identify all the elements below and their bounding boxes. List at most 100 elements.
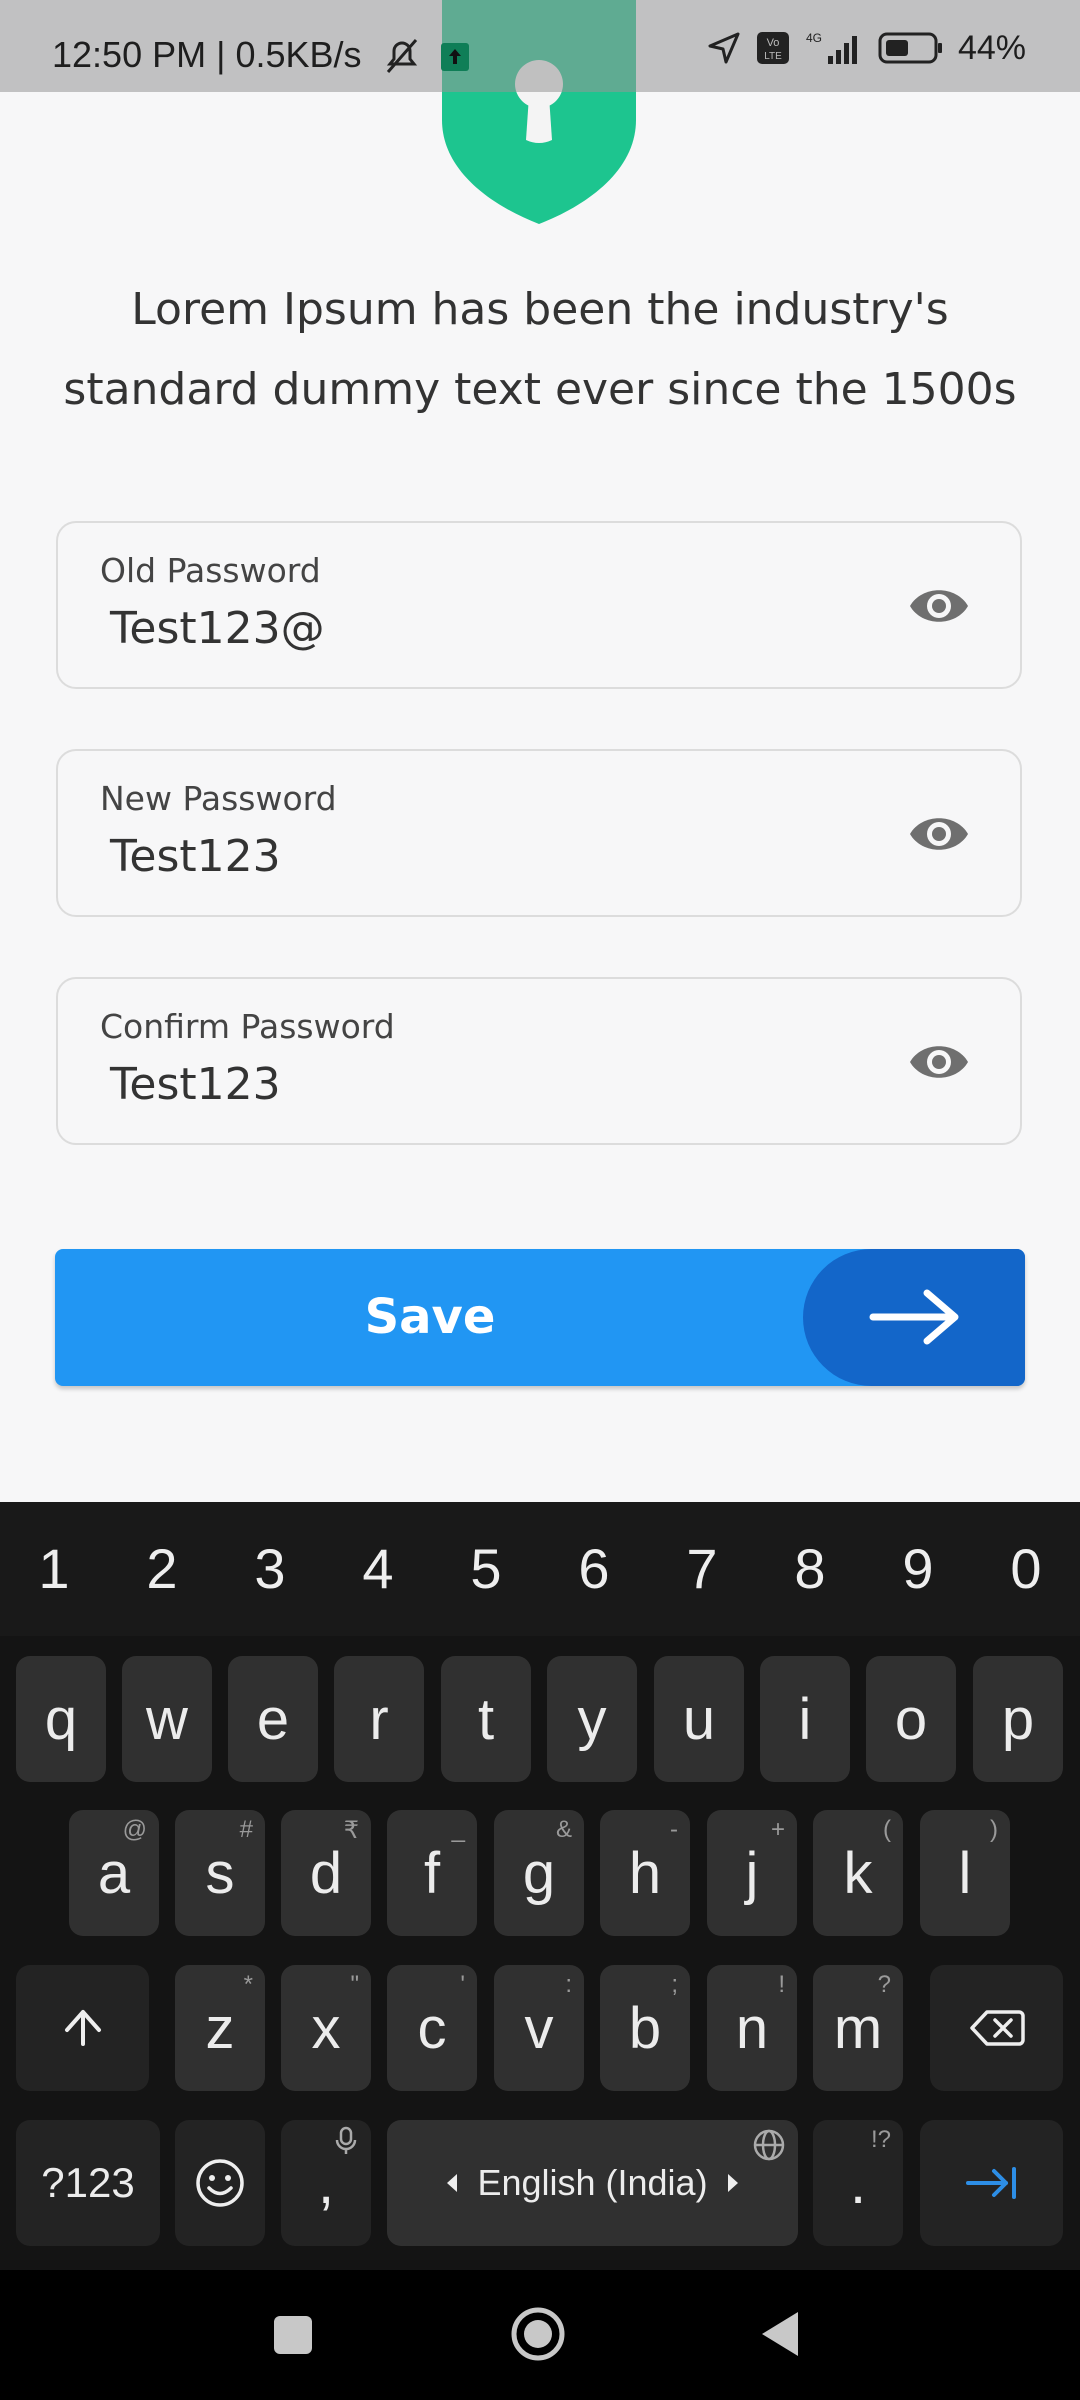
- backspace-key[interactable]: [930, 1965, 1063, 2091]
- key-k[interactable]: k(: [813, 1810, 903, 1936]
- key-8[interactable]: 8: [756, 1502, 864, 1636]
- key-7[interactable]: 7: [648, 1502, 756, 1636]
- eye-icon[interactable]: [908, 809, 970, 859]
- key-g-label: g: [522, 1840, 556, 1906]
- key-o[interactable]: o: [866, 1656, 956, 1782]
- key-n[interactable]: n!: [707, 1965, 797, 2091]
- key-f-label: f: [423, 1840, 441, 1906]
- description-text: Lorem Ipsum has been the industry's stan…: [60, 270, 1020, 430]
- key-v-label: v: [524, 1995, 554, 2061]
- backspace-icon: [969, 2010, 1025, 2046]
- key-6[interactable]: 6: [540, 1502, 648, 1636]
- key-f[interactable]: f _: [387, 1810, 477, 1936]
- description-line-1: Lorem Ipsum has been the industry's: [131, 284, 949, 335]
- keyboard: 1 2 3 4 5 6 7 8 9 0 q w e r t y u i o p …: [0, 1502, 1080, 2270]
- emoji-key[interactable]: [175, 2120, 265, 2246]
- comma-key-label: ,: [317, 2150, 335, 2216]
- symbols-key[interactable]: ?123: [16, 2120, 160, 2246]
- svg-text:LTE: LTE: [764, 51, 782, 62]
- signal-icon: 4G: [806, 31, 857, 64]
- status-bar: 12:50 PM | 0.5KB/s Vo LTE 4G 44%: [0, 0, 1080, 92]
- back-button[interactable]: [756, 2304, 804, 2364]
- key-g-hint: &: [555, 1816, 572, 1843]
- key-f-hint: _: [451, 1816, 465, 1843]
- key-2[interactable]: 2: [108, 1502, 216, 1636]
- key-b[interactable]: b;: [600, 1965, 690, 2091]
- key-j[interactable]: j +: [707, 1810, 797, 1936]
- key-c-hint: ': [460, 1971, 465, 1998]
- svg-text:4G: 4G: [806, 31, 822, 45]
- key-z-label: z: [205, 1995, 235, 2061]
- key-m[interactable]: m?: [813, 1965, 903, 2091]
- old-password-field[interactable]: Old Password Test123@: [56, 521, 1022, 689]
- key-u[interactable]: u: [654, 1656, 744, 1782]
- key-h-label: h: [628, 1840, 662, 1906]
- key-g[interactable]: g &: [494, 1810, 584, 1936]
- key-h-hint: -: [670, 1816, 678, 1843]
- key-v[interactable]: v:: [494, 1965, 584, 2091]
- key-z[interactable]: z *: [175, 1965, 265, 2091]
- key-r[interactable]: r: [334, 1656, 424, 1782]
- number-row: 1 2 3 4 5 6 7 8 9 0: [0, 1502, 1080, 1636]
- comma-key[interactable]: ,: [281, 2120, 371, 2246]
- upload-icon: [441, 43, 469, 71]
- key-d[interactable]: d ₹: [281, 1810, 371, 1936]
- save-arrow-area[interactable]: [803, 1249, 1025, 1386]
- old-password-label: Old Password: [100, 551, 321, 590]
- chevron-right-icon: [727, 2174, 738, 2192]
- new-password-input[interactable]: Test123: [110, 831, 281, 882]
- key-t[interactable]: t: [441, 1656, 531, 1782]
- key-d-label: d: [309, 1840, 343, 1906]
- period-key[interactable]: . !?: [813, 2120, 903, 2246]
- next-field-key[interactable]: [920, 2120, 1063, 2246]
- svg-text:Vo: Vo: [767, 37, 780, 49]
- key-9[interactable]: 9: [864, 1502, 972, 1636]
- battery-level: 44%: [957, 28, 1026, 67]
- emoji-icon: [196, 2159, 244, 2207]
- key-w[interactable]: w: [122, 1656, 212, 1782]
- save-button[interactable]: Save: [55, 1249, 1025, 1386]
- key-m-hint: ?: [877, 1971, 891, 1998]
- key-5[interactable]: 5: [432, 1502, 540, 1636]
- eye-icon[interactable]: [908, 1037, 970, 1087]
- key-l-label: l: [958, 1840, 972, 1906]
- microphone-icon: [335, 2126, 357, 2154]
- key-j-hint: +: [770, 1816, 785, 1843]
- space-key-label: English (India): [477, 2162, 708, 2203]
- arrow-right-icon: [869, 1289, 959, 1345]
- key-1[interactable]: 1: [0, 1502, 108, 1636]
- shift-key[interactable]: [16, 1965, 149, 2091]
- confirm-password-input[interactable]: Test123: [110, 1059, 281, 1110]
- key-y[interactable]: y: [547, 1656, 637, 1782]
- key-l-hint: ): [990, 1816, 998, 1843]
- space-key[interactable]: English (India): [387, 2120, 798, 2246]
- new-password-label: New Password: [100, 779, 337, 818]
- recents-button[interactable]: [270, 2304, 316, 2364]
- tab-arrow-icon: [965, 2167, 1016, 2199]
- new-password-field[interactable]: New Password Test123: [56, 749, 1022, 917]
- confirm-password-field[interactable]: Confirm Password Test123: [56, 977, 1022, 1145]
- key-x-hint: ": [350, 1971, 359, 1998]
- eye-icon[interactable]: [908, 581, 970, 631]
- key-a-hint: @: [122, 1816, 147, 1843]
- key-4[interactable]: 4: [324, 1502, 432, 1636]
- key-l[interactable]: l): [920, 1810, 1010, 1936]
- key-m-label: m: [833, 1995, 883, 2061]
- key-0[interactable]: 0: [972, 1502, 1080, 1636]
- key-p[interactable]: p: [973, 1656, 1063, 1782]
- key-3[interactable]: 3: [216, 1502, 324, 1636]
- key-e[interactable]: e: [228, 1656, 318, 1782]
- key-i[interactable]: i: [760, 1656, 850, 1782]
- key-s-hint: #: [239, 1816, 253, 1843]
- key-h[interactable]: h-: [600, 1810, 690, 1936]
- key-c[interactable]: c ': [387, 1965, 477, 2091]
- key-a[interactable]: a @: [69, 1810, 159, 1936]
- location-icon: [708, 32, 740, 64]
- key-s[interactable]: s #: [175, 1810, 265, 1936]
- old-password-input[interactable]: Test123@: [110, 603, 325, 654]
- home-button[interactable]: [508, 2304, 568, 2364]
- key-v-hint: :: [565, 1971, 572, 1998]
- battery-icon: [878, 32, 942, 64]
- key-x[interactable]: x ": [281, 1965, 371, 2091]
- key-q[interactable]: q: [16, 1656, 106, 1782]
